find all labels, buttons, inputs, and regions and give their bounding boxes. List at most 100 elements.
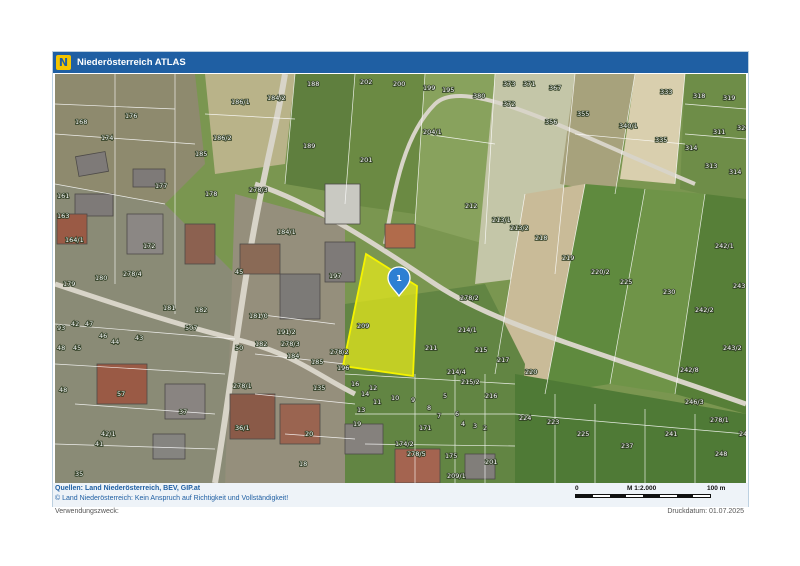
svg-text:243/2: 243/2 bbox=[723, 344, 742, 352]
svg-text:174/2: 174/2 bbox=[395, 440, 414, 448]
svg-text:215/2: 215/2 bbox=[461, 378, 480, 386]
map-view[interactable]: 168 176 186/1 184/2 188 202 200 199 195 … bbox=[55, 74, 746, 483]
svg-text:380: 380 bbox=[473, 92, 485, 100]
svg-text:8: 8 bbox=[427, 404, 431, 412]
svg-text:278/4: 278/4 bbox=[123, 270, 142, 278]
svg-text:335: 335 bbox=[655, 136, 667, 144]
svg-text:12: 12 bbox=[369, 384, 377, 392]
svg-text:35: 35 bbox=[75, 470, 83, 478]
svg-text:181: 181 bbox=[163, 304, 175, 312]
svg-text:319: 319 bbox=[723, 94, 735, 102]
svg-text:172: 172 bbox=[143, 242, 155, 250]
scale-bar: 0 M 1:2.000 100 m bbox=[575, 485, 745, 505]
svg-text:11: 11 bbox=[373, 398, 381, 406]
noe-logo-icon: N bbox=[56, 55, 71, 70]
field-north-2 bbox=[285, 74, 355, 194]
map-canvas[interactable]: 168 176 186/1 184/2 188 202 200 199 195 … bbox=[55, 74, 746, 483]
svg-text:48: 48 bbox=[57, 344, 65, 352]
svg-text:220: 220 bbox=[525, 368, 537, 376]
svg-text:161: 161 bbox=[57, 192, 69, 200]
svg-text:45: 45 bbox=[73, 344, 81, 352]
svg-text:184/2: 184/2 bbox=[267, 94, 286, 102]
svg-text:45: 45 bbox=[235, 268, 243, 276]
village-area-nw bbox=[55, 74, 205, 204]
svg-text:225: 225 bbox=[577, 430, 589, 438]
svg-text:367: 367 bbox=[549, 84, 561, 92]
svg-text:7: 7 bbox=[437, 412, 441, 420]
svg-text:204/1: 204/1 bbox=[423, 128, 442, 136]
svg-text:16: 16 bbox=[351, 380, 359, 388]
svg-text:371: 371 bbox=[523, 80, 535, 88]
svg-text:201: 201 bbox=[485, 458, 497, 466]
svg-text:186/2: 186/2 bbox=[213, 134, 232, 142]
svg-text:184: 184 bbox=[287, 352, 299, 360]
svg-text:313: 313 bbox=[705, 162, 717, 170]
svg-text:213/1: 213/1 bbox=[492, 216, 511, 224]
svg-text:36/1: 36/1 bbox=[235, 424, 250, 432]
svg-text:314: 314 bbox=[729, 168, 741, 176]
svg-text:178: 178 bbox=[205, 190, 217, 198]
svg-text:42/1: 42/1 bbox=[101, 430, 116, 438]
svg-text:18: 18 bbox=[299, 460, 307, 468]
svg-text:48: 48 bbox=[59, 386, 67, 394]
svg-text:168: 168 bbox=[75, 118, 87, 126]
svg-text:186/1: 186/1 bbox=[231, 98, 250, 106]
svg-text:135: 135 bbox=[313, 384, 325, 392]
svg-text:200: 200 bbox=[393, 80, 405, 88]
svg-text:246/3: 246/3 bbox=[685, 398, 704, 406]
svg-text:195: 195 bbox=[442, 86, 454, 94]
svg-text:41: 41 bbox=[95, 440, 103, 448]
svg-text:209/1: 209/1 bbox=[447, 472, 466, 480]
svg-text:278/1: 278/1 bbox=[710, 416, 729, 424]
purpose-label: Verwendungszweck: bbox=[55, 508, 119, 515]
svg-text:196: 196 bbox=[337, 364, 349, 372]
field-ne bbox=[680, 74, 746, 204]
svg-text:189: 189 bbox=[303, 142, 315, 150]
svg-text:340/1: 340/1 bbox=[619, 122, 638, 130]
svg-text:278/3: 278/3 bbox=[249, 186, 268, 194]
svg-text:5: 5 bbox=[443, 392, 447, 400]
svg-text:185: 185 bbox=[195, 150, 207, 158]
svg-text:372: 372 bbox=[503, 100, 515, 108]
svg-text:219: 219 bbox=[562, 254, 574, 262]
svg-text:19: 19 bbox=[353, 420, 361, 428]
svg-text:215: 215 bbox=[475, 346, 487, 354]
svg-text:44: 44 bbox=[111, 338, 119, 346]
atlas-header: N Niederösterreich ATLAS bbox=[53, 52, 748, 73]
svg-text:202: 202 bbox=[360, 78, 372, 86]
scale-ratio-label: M 1:2.000 bbox=[627, 485, 657, 492]
svg-text:216: 216 bbox=[485, 392, 497, 400]
svg-text:507: 507 bbox=[185, 324, 197, 332]
svg-text:93: 93 bbox=[57, 324, 65, 332]
svg-text:212: 212 bbox=[465, 202, 477, 210]
svg-text:242/8: 242/8 bbox=[680, 366, 699, 374]
svg-text:37: 37 bbox=[179, 408, 187, 416]
svg-text:188: 188 bbox=[307, 80, 319, 88]
svg-text:171: 171 bbox=[419, 424, 431, 432]
svg-text:223: 223 bbox=[547, 418, 559, 426]
svg-text:311: 311 bbox=[713, 128, 725, 136]
svg-text:42: 42 bbox=[71, 320, 79, 328]
atlas-title: Niederösterreich ATLAS bbox=[77, 57, 186, 68]
svg-text:318: 318 bbox=[693, 92, 705, 100]
svg-text:2: 2 bbox=[483, 424, 487, 432]
map-footer: Quellen: Land Niederösterreich, BEV, GIP… bbox=[53, 483, 748, 507]
svg-text:9: 9 bbox=[411, 396, 415, 404]
print-date: Druckdatum: 01.07.2025 bbox=[667, 508, 744, 515]
svg-text:184/1: 184/1 bbox=[277, 228, 296, 236]
svg-text:201: 201 bbox=[360, 156, 372, 164]
svg-text:10: 10 bbox=[391, 394, 399, 402]
svg-text:57: 57 bbox=[117, 390, 125, 398]
svg-text:356: 356 bbox=[545, 118, 557, 126]
svg-text:176: 176 bbox=[125, 112, 137, 120]
svg-text:43: 43 bbox=[135, 334, 143, 342]
svg-text:182: 182 bbox=[255, 340, 267, 348]
svg-text:175: 175 bbox=[445, 452, 457, 460]
svg-text:355: 355 bbox=[577, 110, 589, 118]
svg-text:181/0: 181/0 bbox=[249, 312, 268, 320]
svg-text:230: 230 bbox=[663, 288, 675, 296]
svg-text:214/1: 214/1 bbox=[458, 326, 477, 334]
svg-text:237: 237 bbox=[621, 442, 633, 450]
svg-text:278/5: 278/5 bbox=[407, 450, 426, 458]
svg-text:163: 163 bbox=[57, 212, 69, 220]
